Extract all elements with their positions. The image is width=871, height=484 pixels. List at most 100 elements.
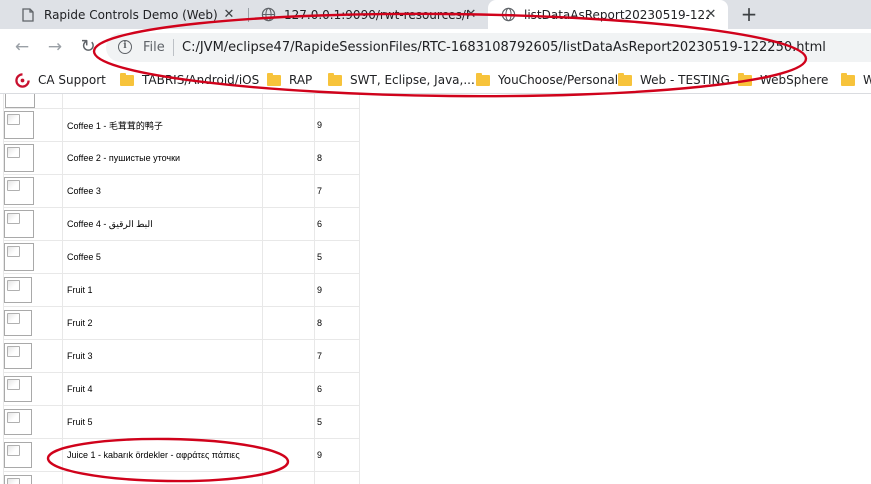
folder-icon [738, 72, 752, 86]
empty-cell [262, 240, 315, 274]
reload-button[interactable]: ↻ [77, 36, 99, 58]
broken-image-icon [4, 376, 32, 402]
broken-image-icon [5, 94, 35, 108]
broken-image-icon [4, 177, 34, 205]
bookmark-label: TABRIS/Android/iOS [142, 73, 260, 87]
name-cell: Coffee 2 - пушистые уточки [62, 141, 263, 175]
value-cell: 8 [314, 141, 360, 175]
forward-button[interactable]: → [44, 36, 66, 58]
bookmark-label: CA Support [38, 73, 106, 87]
image-cell [3, 94, 63, 109]
table-row: Fruit 5 5 [3, 405, 360, 439]
bookmark-label: SWT, Eclipse, Java,... [350, 73, 475, 87]
bookmark-w-folder[interactable]: W [841, 71, 871, 89]
name-cell [62, 94, 263, 109]
image-cell [3, 240, 63, 274]
table-row: Fruit 1 9 [3, 273, 360, 307]
scheme-label: File [143, 40, 165, 55]
name-cell: Fruit 1 [62, 273, 263, 307]
broken-image-icon [4, 144, 34, 172]
name-cell: Fruit 4 [62, 372, 263, 406]
image-cell [3, 438, 63, 472]
broken-image-icon [4, 277, 32, 303]
broken-image-icon [4, 343, 32, 369]
name-cell: Fruit 2 [62, 306, 263, 340]
image-cell [3, 207, 63, 241]
value-cell: 5 [314, 405, 360, 439]
broken-image-icon [4, 243, 34, 271]
bookmark-websphere-folder[interactable]: WebSphere [738, 71, 828, 89]
folder-icon [476, 72, 490, 86]
url-text[interactable]: C:/JVM/eclipse47/RapideSessionFiles/RTC-… [182, 40, 826, 55]
table-row: Coffee 4 - البط الرقيق 6 [3, 207, 360, 241]
table-row: Juice 1 - kabarık ördekler - αφράτες πάπ… [3, 438, 360, 472]
image-cell [3, 273, 63, 307]
broken-image-icon [4, 409, 32, 435]
empty-cell [262, 94, 315, 109]
close-tab-icon[interactable]: ✕ [463, 7, 479, 23]
folder-icon [267, 72, 281, 86]
name-cell: Coffee 3 [62, 174, 263, 208]
bookmark-tabris-folder[interactable]: TABRIS/Android/iOS [120, 71, 259, 89]
new-tab-button[interactable]: + [738, 3, 760, 25]
site-info-icon[interactable]: i [118, 40, 132, 54]
bookmarks-bar: CA Support TABRIS/Android/iOS RAP SWT, E… [0, 66, 871, 94]
table-row [3, 94, 360, 109]
image-cell [3, 141, 63, 175]
globe-icon [500, 7, 516, 23]
close-tab-icon[interactable]: ✕ [221, 7, 237, 23]
address-bar[interactable]: i File C:/JVM/eclipse47/RapideSessionFil… [106, 33, 871, 62]
image-cell [3, 339, 63, 373]
value-cell: 6 [314, 207, 360, 241]
bookmark-youchoose-folder[interactable]: YouChoose/Personal [476, 71, 618, 89]
value-cell: 7 [314, 174, 360, 208]
globe-icon [260, 7, 276, 23]
value-cell: 5 [314, 240, 360, 274]
folder-icon [841, 72, 855, 86]
ca-support-icon [15, 72, 30, 88]
broken-image-icon [4, 442, 32, 468]
empty-cell [262, 141, 315, 175]
empty-cell [262, 405, 315, 439]
empty-cell [262, 339, 315, 373]
table-row: Fruit 3 7 [3, 339, 360, 373]
table-row: Coffee 1 - 毛茸茸的鸭子 9 [3, 108, 360, 142]
empty-cell [262, 207, 315, 241]
report-table: Coffee 1 - 毛茸茸的鸭子 9 Coffee 2 - пушистые … [3, 94, 360, 484]
tab-list-data-report[interactable]: listDataAsReport20230519-1222! ✕ [488, 0, 728, 29]
table-row [3, 471, 360, 484]
tab-rapide-demo[interactable]: Rapide Controls Demo (Web) ✕ [8, 0, 246, 29]
tab-title: 127.0.0.1:9090/rwt-resources/Rap [284, 7, 469, 22]
image-cell [3, 108, 63, 142]
tab-rwt-resources[interactable]: 127.0.0.1:9090/rwt-resources/Rap ✕ [248, 0, 488, 29]
bookmark-label: WebSphere [760, 73, 829, 87]
bookmark-ca-support[interactable]: CA Support [15, 71, 106, 89]
document-icon [20, 7, 36, 23]
table-row: Coffee 2 - пушистые уточки 8 [3, 141, 360, 175]
image-cell [3, 306, 63, 340]
image-cell [3, 372, 63, 406]
empty-cell [262, 306, 315, 340]
name-cell: Coffee 1 - 毛茸茸的鸭子 [62, 108, 263, 142]
value-cell: 9 [314, 108, 360, 142]
bookmark-web-testing-folder[interactable]: Web - TESTING [618, 71, 730, 89]
table-row: Coffee 3 7 [3, 174, 360, 208]
close-tab-icon[interactable]: ✕ [703, 7, 719, 23]
empty-cell [262, 273, 315, 307]
table-row: Fruit 2 8 [3, 306, 360, 340]
value-cell [314, 94, 360, 109]
value-cell: 9 [314, 273, 360, 307]
image-cell [3, 405, 63, 439]
name-cell: Fruit 5 [62, 405, 263, 439]
bookmark-rap-folder[interactable]: RAP [267, 71, 312, 89]
empty-cell [262, 471, 315, 484]
image-cell [3, 174, 63, 208]
bookmark-label: YouChoose/Personal [498, 73, 619, 87]
name-cell [62, 471, 263, 484]
back-button[interactable]: ← [11, 36, 33, 58]
name-cell: Juice 1 - kabarık ördekler - αφράτες πάπ… [62, 438, 263, 472]
value-cell: 8 [314, 306, 360, 340]
address-divider [173, 39, 174, 56]
broken-image-icon [4, 475, 32, 484]
bookmark-swt-folder[interactable]: SWT, Eclipse, Java,... [328, 71, 475, 89]
